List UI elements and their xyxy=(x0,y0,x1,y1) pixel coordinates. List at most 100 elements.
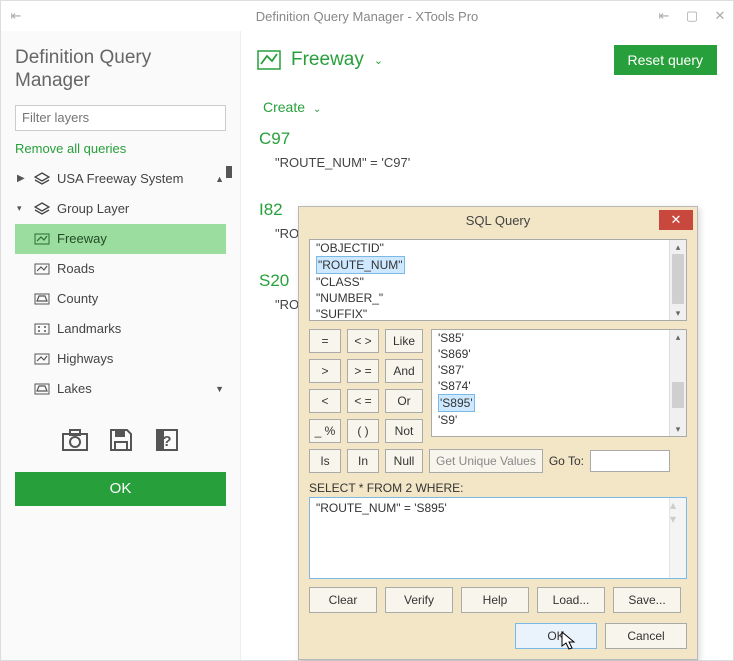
op-wild-button[interactable]: _ % xyxy=(309,419,341,443)
layer-dropdown[interactable]: Freeway ⌄ xyxy=(257,49,383,71)
tree-item-label: Highways xyxy=(57,351,113,366)
polygon-icon xyxy=(33,382,51,396)
op-null-button[interactable]: Null xyxy=(385,449,423,473)
reset-query-button[interactable]: Reset query xyxy=(614,45,717,75)
sidebar-heading: Definition Query Manager xyxy=(15,47,226,93)
value-item[interactable]: 'S869' xyxy=(432,346,686,362)
collapse-icon[interactable]: ▾ xyxy=(17,203,27,214)
op-equals-button[interactable]: = xyxy=(309,329,341,353)
titlebar-close-icon[interactable]: ✕ xyxy=(713,8,727,24)
layer-name: Freeway xyxy=(291,49,364,71)
expand-icon[interactable]: ▶ xyxy=(17,173,27,184)
op-in-button[interactable]: In xyxy=(347,449,379,473)
create-label: Create xyxy=(263,99,305,115)
dialog-ok-button[interactable]: OK xyxy=(515,623,597,649)
field-item[interactable]: "OBJECTID" xyxy=(310,240,686,256)
operator-grid: = < > Like > > = And < < = Or xyxy=(309,329,423,443)
arrow-down-icon[interactable]: ▼ xyxy=(215,384,224,394)
save-button[interactable]: Save... xyxy=(613,587,681,613)
sidebar-toolbar: ? xyxy=(15,426,226,454)
titlebar-back-icon[interactable]: ⇤ xyxy=(9,1,23,31)
layer-tree: ▶ USA Freeway System ▲ ▾ Group Layer Fre… xyxy=(15,164,226,404)
op-gt-button[interactable]: > xyxy=(309,359,341,383)
tree-scrollbar[interactable] xyxy=(226,166,232,178)
fields-listbox[interactable]: "OBJECTID" "ROUTE_NUM" "CLASS" "NUMBER_"… xyxy=(309,239,687,321)
filter-layers-input[interactable] xyxy=(15,105,226,131)
op-not-button[interactable]: Not xyxy=(385,419,423,443)
polyline-icon xyxy=(257,50,281,70)
field-item[interactable]: "ROUTE_NUM" xyxy=(310,256,686,274)
camera-icon[interactable] xyxy=(61,426,89,454)
query-block[interactable]: C97 "ROUTE_NUM" = 'C97' xyxy=(259,129,717,170)
tree-item-label: Roads xyxy=(57,261,95,276)
value-item[interactable]: 'S87' xyxy=(432,362,686,378)
polyline-icon xyxy=(33,232,51,246)
tree-item-roads[interactable]: Roads xyxy=(15,254,226,284)
help-button[interactable]: Help xyxy=(461,587,529,613)
save-icon[interactable] xyxy=(107,426,135,454)
value-item[interactable]: 'S874' xyxy=(432,378,686,394)
where-textarea[interactable]: "ROUTE_NUM" = 'S895' ▴▾ xyxy=(309,497,687,579)
chevron-down-icon: ⌄ xyxy=(374,54,383,67)
titlebar-maximize-icon[interactable]: ▢ xyxy=(685,8,699,24)
values-listbox[interactable]: 'S85' 'S869' 'S87' 'S874' 'S895' 'S9' ▴▾ xyxy=(431,329,687,437)
op-gte-button[interactable]: > = xyxy=(347,359,379,383)
scrollbar[interactable]: ▴▾ xyxy=(669,330,686,436)
remove-all-queries-link[interactable]: Remove all queries xyxy=(15,141,226,156)
op-lt-button[interactable]: < xyxy=(309,389,341,413)
scrollbar[interactable]: ▴▾ xyxy=(669,498,686,578)
value-item[interactable]: 'S85' xyxy=(432,330,686,346)
tree-item-freeway[interactable]: Freeway xyxy=(15,224,226,254)
tree-item-group-layer[interactable]: ▾ Group Layer xyxy=(15,194,226,224)
window-title: Definition Query Manager - XTools Pro xyxy=(256,9,479,24)
field-item[interactable]: "CLASS" xyxy=(310,274,686,290)
value-item[interactable]: 'S9' xyxy=(432,412,686,428)
sidebar-ok-button[interactable]: OK xyxy=(15,472,226,506)
op-or-button[interactable]: Or xyxy=(385,389,423,413)
tree-item-highways[interactable]: Highways xyxy=(15,344,226,374)
tree-item-lakes[interactable]: Lakes ▼ xyxy=(15,374,226,404)
goto-input[interactable] xyxy=(590,450,670,472)
layers-icon xyxy=(33,172,51,186)
goto-label: Go To: xyxy=(549,454,584,468)
load-button[interactable]: Load... xyxy=(537,587,605,613)
layers-icon xyxy=(33,202,51,216)
tree-item-landmarks[interactable]: Landmarks xyxy=(15,314,226,344)
value-item[interactable]: 'S895' xyxy=(432,394,686,412)
point-icon xyxy=(33,322,51,336)
dialog-title-text: SQL Query xyxy=(466,213,531,228)
tree-item-label: USA Freeway System xyxy=(57,171,183,186)
scrollbar[interactable]: ▴▾ xyxy=(669,240,686,320)
op-and-button[interactable]: And xyxy=(385,359,423,383)
get-unique-values-button[interactable]: Get Unique Values xyxy=(429,449,543,473)
help-icon[interactable]: ? xyxy=(153,426,181,454)
polygon-icon xyxy=(33,292,51,306)
sql-query-dialog: SQL Query ✕ "OBJECTID" "ROUTE_NUM" "CLAS… xyxy=(298,206,698,660)
where-text: "ROUTE_NUM" = 'S895' xyxy=(316,501,447,515)
tree-item-label: County xyxy=(57,291,98,306)
tree-item-county[interactable]: County xyxy=(15,284,226,314)
create-dropdown[interactable]: Create ⌄ xyxy=(263,99,717,115)
op-paren-button[interactable]: ( ) xyxy=(347,419,379,443)
query-expression: "ROUTE_NUM" = 'C97' xyxy=(259,155,717,170)
field-item[interactable]: "NUMBER_" xyxy=(310,290,686,306)
op-notequal-button[interactable]: < > xyxy=(347,329,379,353)
verify-button[interactable]: Verify xyxy=(385,587,453,613)
query-name: C97 xyxy=(259,129,717,149)
app-window: ⇤ Definition Query Manager - XTools Pro … xyxy=(0,0,734,661)
arrow-up-icon[interactable]: ▲ xyxy=(215,174,224,184)
polyline-icon xyxy=(33,262,51,276)
op-is-button[interactable]: Is xyxy=(309,449,341,473)
field-item[interactable]: "SUFFIX" xyxy=(310,306,686,321)
polyline-icon xyxy=(33,352,51,366)
dialog-close-button[interactable]: ✕ xyxy=(659,210,693,230)
tree-item-label: Landmarks xyxy=(57,321,121,336)
clear-button[interactable]: Clear xyxy=(309,587,377,613)
op-lte-button[interactable]: < = xyxy=(347,389,379,413)
sidebar: Definition Query Manager Remove all quer… xyxy=(1,31,241,660)
titlebar-pin-icon[interactable]: ⇤ xyxy=(657,8,671,24)
tree-item-usa-freeway-system[interactable]: ▶ USA Freeway System ▲ xyxy=(15,164,226,194)
op-like-button[interactable]: Like xyxy=(385,329,423,353)
dialog-cancel-button[interactable]: Cancel xyxy=(605,623,687,649)
tree-item-label: Group Layer xyxy=(57,201,129,216)
